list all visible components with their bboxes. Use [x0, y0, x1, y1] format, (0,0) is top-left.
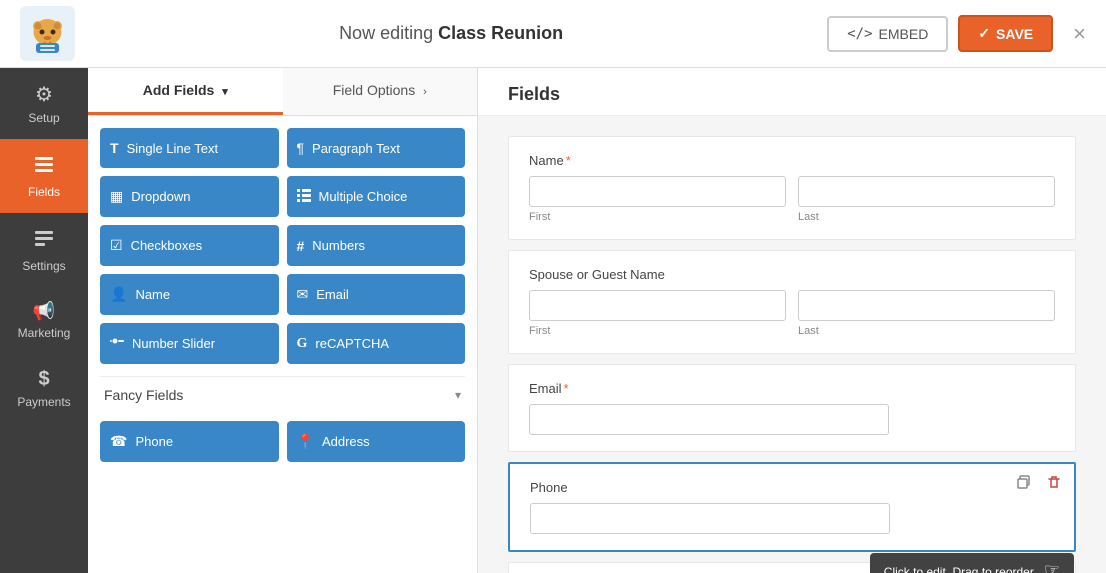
logo: [20, 6, 75, 61]
gear-icon: ⚙: [35, 82, 53, 107]
field-btn-name[interactable]: 👤 Name: [100, 274, 279, 315]
sidebar-item-label: Marketing: [18, 326, 71, 340]
chevron-down-icon: ▾: [455, 388, 461, 402]
fields-scroll[interactable]: T Single Line Text ¶ Paragraph Text ▦ Dr…: [88, 116, 477, 573]
sidebar-item-label: Settings: [22, 259, 65, 273]
save-button[interactable]: ✓ SAVE: [958, 15, 1053, 52]
spouse-first-sublabel: First: [529, 325, 786, 337]
delete-button[interactable]: [1042, 472, 1066, 495]
topbar: Now editing Class Reunion </> EMBED ✓ SA…: [0, 0, 1106, 68]
duplicate-button[interactable]: [1012, 472, 1036, 495]
field-btn-single-line-text[interactable]: T Single Line Text: [100, 128, 279, 168]
megaphone-icon: 📢: [33, 301, 55, 322]
field-btn-checkboxes[interactable]: ☑ Checkboxes: [100, 225, 279, 266]
field-btn-recaptcha[interactable]: G reCAPTCHA: [287, 323, 466, 364]
field-label-email: Email*: [529, 381, 1055, 396]
name-row: First Last: [529, 176, 1055, 223]
field-label-spouse: Spouse or Guest Name: [529, 267, 1055, 282]
spouse-first-input[interactable]: [529, 290, 786, 321]
email-input[interactable]: [529, 404, 889, 435]
hash-icon: #: [297, 238, 305, 254]
form-field-name[interactable]: Name* First Last: [508, 136, 1076, 240]
name-first-col: First: [529, 176, 786, 223]
chevron-right-icon: ›: [423, 86, 427, 98]
phone-icon: ☎: [110, 433, 127, 450]
form-field-spouse[interactable]: Spouse or Guest Name First Last: [508, 250, 1076, 354]
field-btn-numbers[interactable]: # Numbers: [287, 225, 466, 266]
name-last-input[interactable]: [798, 176, 1055, 207]
tab-field-options[interactable]: Field Options ›: [283, 68, 478, 115]
main-layout: ⚙ Setup Fields Settings 📢 Marketing $ Pa…: [0, 68, 1106, 573]
field-label-phone: Phone: [530, 480, 1054, 495]
logo-icon: [20, 6, 75, 61]
topbar-actions: </> EMBED ✓ SAVE ×: [827, 15, 1086, 52]
sidebar-item-label: Setup: [28, 111, 59, 125]
check-icon: ✓: [978, 25, 990, 42]
first-sublabel: First: [529, 211, 786, 223]
close-button[interactable]: ×: [1073, 21, 1086, 47]
sidebar-item-fields[interactable]: Fields: [0, 139, 88, 213]
fancy-fields-label: Fancy Fields: [104, 387, 183, 403]
fields-icon: [33, 153, 55, 181]
field-btn-dropdown[interactable]: ▦ Dropdown: [100, 176, 279, 217]
sidebar-item-label: Payments: [17, 395, 70, 409]
email-icon: ✉: [297, 286, 309, 303]
field-btn-paragraph-text[interactable]: ¶ Paragraph Text: [287, 128, 466, 168]
recaptcha-icon: G: [297, 336, 308, 352]
required-indicator: *: [566, 153, 571, 168]
field-btn-multiple-choice[interactable]: Multiple Choice: [287, 176, 466, 217]
sidebar-item-payments[interactable]: $ Payments: [0, 354, 88, 423]
embed-button[interactable]: </> EMBED: [827, 16, 948, 52]
settings-icon: [33, 227, 55, 255]
sidebar-item-marketing[interactable]: 📢 Marketing: [0, 287, 88, 354]
page-title: Now editing Class Reunion: [75, 23, 827, 44]
list-icon: [297, 188, 311, 205]
sidebar-item-setup[interactable]: ⚙ Setup: [0, 68, 88, 139]
dropdown-icon: ▦: [110, 188, 123, 205]
sidebar-item-label: Fields: [28, 185, 60, 199]
form-body: Name* First Last Spouse or Guest Name: [478, 116, 1106, 573]
form-preview: Fields Name* First Last: [478, 68, 1106, 573]
field-btn-phone[interactable]: ☎ Phone: [100, 421, 279, 462]
sidebar-item-settings[interactable]: Settings: [0, 213, 88, 287]
form-field-email[interactable]: Email*: [508, 364, 1076, 452]
last-sublabel: Last: [798, 211, 1055, 223]
fancy-fields-grid: ☎ Phone 📍 Address: [100, 421, 465, 462]
field-btn-address[interactable]: 📍 Address: [287, 421, 466, 462]
spouse-last-sublabel: Last: [798, 325, 1055, 337]
spouse-name-row: First Last: [529, 290, 1055, 337]
field-btn-number-slider[interactable]: Number Slider: [100, 323, 279, 364]
paragraph-icon: ¶: [297, 140, 305, 156]
side-navigation: ⚙ Setup Fields Settings 📢 Marketing $ Pa…: [0, 68, 88, 573]
text-icon: T: [110, 140, 119, 156]
embed-icon: </>: [847, 26, 872, 42]
name-last-col: Last: [798, 176, 1055, 223]
field-action-bar: [1012, 472, 1066, 495]
address-icon: 📍: [297, 433, 314, 450]
spouse-first-col: First: [529, 290, 786, 337]
fields-grid: T Single Line Text ¶ Paragraph Text ▦ Dr…: [100, 128, 465, 364]
fancy-fields-section-header[interactable]: Fancy Fields ▾: [100, 376, 465, 413]
dollar-icon: $: [38, 368, 49, 391]
spouse-last-col: Last: [798, 290, 1055, 337]
slider-icon: [110, 335, 124, 352]
name-first-input[interactable]: [529, 176, 786, 207]
form-field-phone[interactable]: Phone Click to edit. Drag to reorder. ☞: [508, 462, 1076, 552]
required-indicator: *: [564, 381, 569, 396]
panel-tabs: Add Fields ▾ Field Options ›: [88, 68, 477, 116]
person-icon: 👤: [110, 286, 127, 303]
form-title: Fields: [478, 68, 1106, 116]
spouse-last-input[interactable]: [798, 290, 1055, 321]
cursor-icon: ☞: [1044, 560, 1060, 573]
checkbox-icon: ☑: [110, 237, 123, 254]
chevron-down-icon: ▾: [222, 86, 228, 98]
tooltip: Click to edit. Drag to reorder. ☞: [870, 553, 1074, 573]
phone-input[interactable]: [530, 503, 890, 534]
tab-add-fields[interactable]: Add Fields ▾: [88, 68, 283, 115]
field-label-name: Name*: [529, 153, 1055, 168]
fields-panel: Add Fields ▾ Field Options › T Single Li…: [88, 68, 478, 573]
field-btn-email[interactable]: ✉ Email: [287, 274, 466, 315]
